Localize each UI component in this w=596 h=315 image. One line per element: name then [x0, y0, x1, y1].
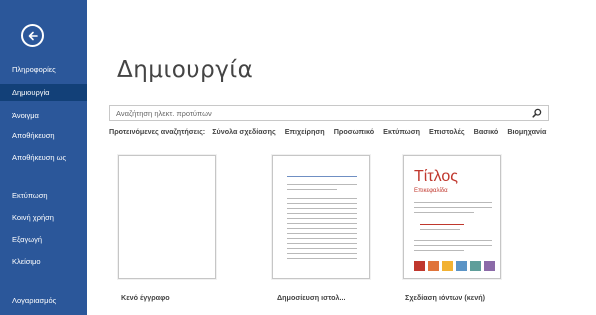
sidebar-item-export[interactable]: Εξαγωγή	[0, 232, 87, 248]
color-swatch	[442, 261, 453, 271]
suggested-tag-design-sets[interactable]: Σύνολα σχεδίασης	[212, 127, 276, 136]
page-title: Δημιουργία	[117, 57, 254, 83]
sidebar-item-new[interactable]: Δημιουργία	[0, 84, 87, 101]
template-blog-post[interactable]: Δημοσίευση ιστολ...	[272, 155, 370, 302]
template-label: Σχεδίαση ιόντων (κενή)	[405, 293, 485, 302]
sidebar-item-open[interactable]: Άνοιγμα	[0, 108, 87, 124]
main-panel: Δημιουργία Προτεινόμενες αναζητήσεις: Σύ…	[87, 0, 596, 315]
color-swatch	[428, 261, 439, 271]
suggested-label: Προτεινόμενες αναζητήσεις:	[109, 127, 206, 136]
sidebar-item-close[interactable]: Κλείσιμο	[0, 254, 87, 270]
template-thumbnail[interactable]	[118, 155, 216, 279]
template-ion-design[interactable]: Τίτλος Επικεφαλίδα Σχεδίαση ιόντων (κενή…	[403, 155, 501, 302]
suggested-tag-basic[interactable]: Βασικό	[474, 127, 499, 136]
template-label: Δημοσίευση ιστολ...	[277, 293, 346, 302]
color-swatch	[414, 261, 425, 271]
sidebar-item-save-as[interactable]: Αποθήκευση ως	[0, 151, 87, 177]
suggested-tag-business[interactable]: Επιχείρηση	[285, 127, 325, 136]
suggested-tag-industry[interactable]: Βιομηχανία	[507, 127, 546, 136]
suggested-searches: Προτεινόμενες αναζητήσεις: Σύνολα σχεδία…	[109, 127, 596, 136]
color-swatch	[484, 261, 495, 271]
search-input[interactable]	[110, 106, 520, 120]
sidebar-item-print[interactable]: Εκτύπωση	[0, 188, 87, 204]
template-thumb-title: Τίτλος	[414, 168, 459, 185]
template-thumb-subtitle: Επικεφαλίδα	[414, 188, 448, 194]
template-thumbnail[interactable]	[272, 155, 370, 279]
sidebar-item-save[interactable]: Αποθήκευση	[0, 128, 87, 144]
template-label: Κενό έγγραφο	[121, 293, 170, 302]
sidebar-item-share[interactable]: Κοινή χρήση	[0, 210, 87, 226]
color-swatch	[456, 261, 467, 271]
search-icon[interactable]	[532, 108, 542, 118]
template-thumbnail[interactable]: Τίτλος Επικεφαλίδα	[403, 155, 501, 279]
suggested-tag-print[interactable]: Εκτύπωση	[383, 127, 420, 136]
search-box	[109, 105, 549, 121]
sidebar: Πληροφορίες Δημιουργία Άνοιγμα Αποθήκευσ…	[0, 0, 87, 315]
suggested-tag-personal[interactable]: Προσωπικό	[334, 127, 374, 136]
back-arrow-icon	[28, 31, 38, 40]
back-button[interactable]	[21, 24, 44, 47]
template-blank[interactable]: Κενό έγγραφο	[118, 155, 216, 302]
color-swatch	[470, 261, 481, 271]
sidebar-item-info[interactable]: Πληροφορίες	[0, 62, 87, 78]
sidebar-item-account[interactable]: Λογαριασμός	[0, 293, 87, 309]
suggested-tag-letters[interactable]: Επιστολές	[429, 127, 465, 136]
